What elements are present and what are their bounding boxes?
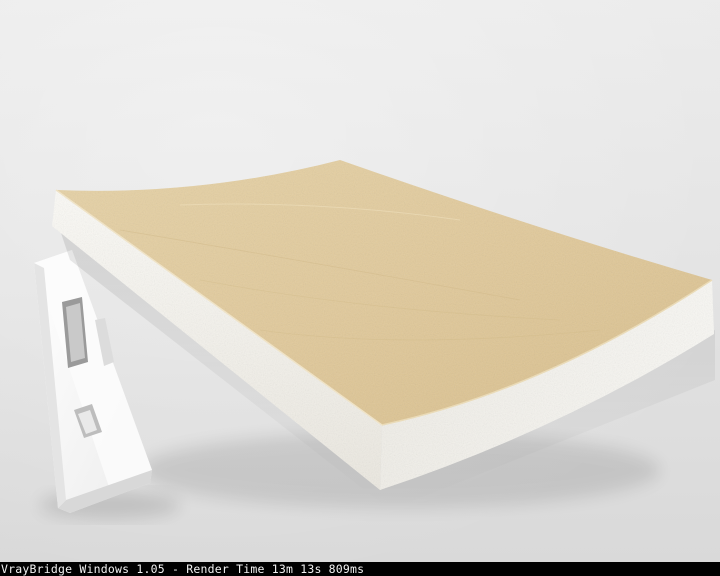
render-window: VrayBridge Windows 1.05 - Render Time 13… [0, 0, 720, 576]
render-image [0, 0, 720, 562]
render-status-bar: VrayBridge Windows 1.05 - Render Time 13… [0, 562, 720, 576]
